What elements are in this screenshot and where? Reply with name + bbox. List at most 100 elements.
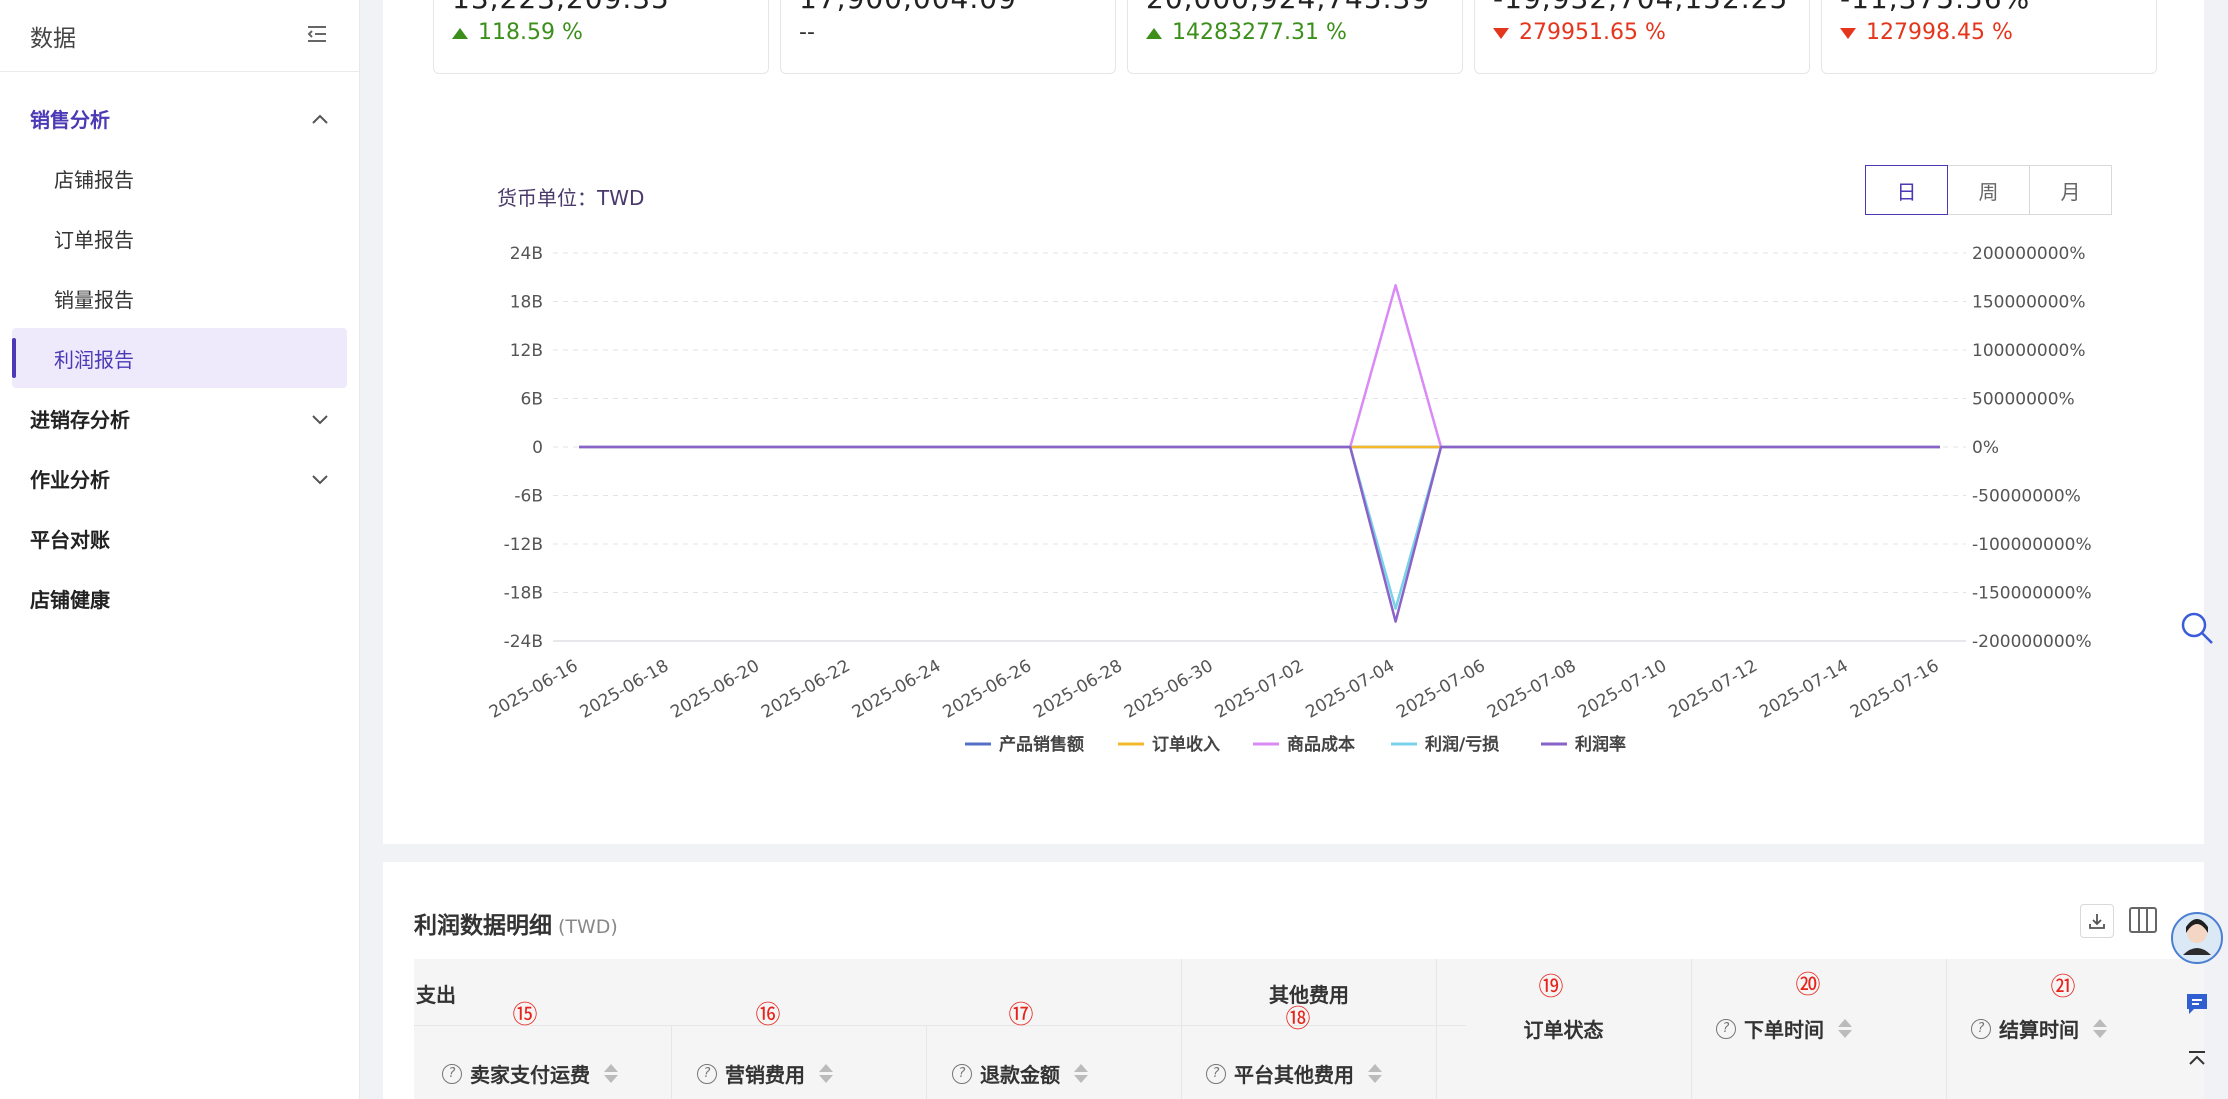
sort-icon[interactable] bbox=[2093, 1019, 2107, 1038]
back-to-top-icon[interactable] bbox=[2170, 1040, 2224, 1080]
up-arrow-icon bbox=[452, 27, 468, 39]
sort-icon[interactable] bbox=[1368, 1064, 1382, 1083]
card-change: 279951.65 % bbox=[1493, 20, 1666, 45]
x-tick-label: 2025-07-10 bbox=[1575, 656, 1671, 723]
y-tick-label-left: 12B bbox=[510, 341, 543, 361]
sidebar-item-profit-report[interactable]: 利润报告 bbox=[12, 328, 347, 388]
collapse-menu-icon[interactable] bbox=[305, 22, 329, 50]
menu-label: 销售分析 bbox=[30, 107, 110, 132]
card-change: -- bbox=[799, 20, 815, 45]
chevron-down-icon bbox=[311, 406, 329, 430]
download-button[interactable] bbox=[2080, 904, 2114, 938]
card-value: 17,900,004.09 bbox=[799, 0, 1017, 15]
sidebar-item-order-report[interactable]: 订单报告 bbox=[0, 208, 359, 268]
table-title: 利润数据明细 (TWD) bbox=[414, 906, 618, 940]
profit-detail-panel: 利润数据明细 (TWD) 支出 其他费用 ⑮ ? 卖家支付运费 ⑯ ? 营销费用 ⑰ … bbox=[383, 862, 2204, 1099]
group-header-expense: 支出 bbox=[416, 983, 456, 1007]
x-tick-label: 2025-06-18 bbox=[577, 656, 673, 723]
card-value: 20,000,924,745.39 bbox=[1146, 0, 1430, 15]
help-icon[interactable]: ? bbox=[952, 1063, 972, 1084]
annotation-number: ⑳ bbox=[1795, 970, 1821, 999]
menu-inventory-analysis[interactable]: 进销存分析 bbox=[0, 388, 359, 448]
card-value: -11,375.56% bbox=[1840, 0, 2030, 15]
summary-card: 20,000,924,745.39 14283277.31 % bbox=[1127, 0, 1463, 74]
menu-store-health[interactable]: 店铺健康 bbox=[0, 568, 359, 628]
x-tick-label: 2025-06-20 bbox=[667, 656, 763, 723]
column-label: 平台其他费用 bbox=[1234, 1063, 1354, 1087]
y-tick-label-left: 18B bbox=[510, 293, 543, 313]
column-header-settlement-time[interactable]: ? 结算时间 bbox=[1971, 1014, 2107, 1043]
period-month-button[interactable]: 月 bbox=[2029, 165, 2112, 215]
y-tick-label-left: -24B bbox=[504, 632, 543, 652]
menu-operation-analysis[interactable]: 作业分析 bbox=[0, 448, 359, 508]
legend-label: 利润/亏损 bbox=[1425, 734, 1499, 755]
card-change: 14283277.31 % bbox=[1146, 20, 1347, 45]
card-change-value: -- bbox=[799, 20, 815, 45]
menu-platform-reconciliation[interactable]: 平台对账 bbox=[0, 508, 359, 568]
sort-icon[interactable] bbox=[819, 1064, 833, 1083]
y-tick-label-right: -150000000% bbox=[1972, 584, 2092, 604]
sort-icon[interactable] bbox=[1074, 1064, 1088, 1083]
period-toggle: 日 周 月 bbox=[1865, 165, 2112, 215]
column-header-seller-shipping[interactable]: ? 卖家支付运费 bbox=[442, 1059, 618, 1088]
column-label: 退款金额 bbox=[980, 1063, 1060, 1087]
support-avatar[interactable] bbox=[2170, 910, 2224, 966]
column-settings-icon[interactable] bbox=[2128, 906, 2158, 938]
help-icon[interactable]: ? bbox=[1716, 1018, 1736, 1039]
x-tick-label: 2025-06-30 bbox=[1121, 656, 1217, 723]
down-arrow-icon bbox=[1493, 27, 1509, 39]
chevron-down-icon bbox=[311, 466, 329, 490]
chat-icon[interactable] bbox=[2170, 980, 2224, 1028]
y-tick-label-left: 6B bbox=[521, 390, 543, 410]
series-line bbox=[579, 284, 1940, 449]
x-tick-label: 2025-06-28 bbox=[1030, 656, 1126, 723]
y-tick-label-right: 200000000% bbox=[1972, 244, 2086, 264]
period-week-button[interactable]: 周 bbox=[1947, 165, 2030, 215]
annotation-number: ㉑ bbox=[2050, 972, 2076, 1001]
x-tick-label: 2025-07-16 bbox=[1847, 656, 1943, 723]
table-title-text: 利润数据明细 bbox=[414, 913, 552, 939]
search-icon[interactable] bbox=[2170, 604, 2224, 652]
y-tick-label-left: -18B bbox=[504, 584, 543, 604]
sidebar-item-sales-volume-report[interactable]: 销量报告 bbox=[0, 268, 359, 328]
card-change-value: 279951.65 % bbox=[1519, 20, 1666, 45]
x-tick-label: 2025-06-24 bbox=[849, 656, 945, 723]
y-tick-label-left: -12B bbox=[504, 535, 543, 555]
x-tick-label: 2025-07-08 bbox=[1484, 656, 1580, 723]
annotation-number: ⑮ bbox=[512, 1000, 538, 1029]
column-header-marketing-fee[interactable]: ? 营销费用 bbox=[697, 1059, 833, 1088]
card-change-value: 127998.45 % bbox=[1866, 20, 2013, 45]
chevron-up-icon bbox=[311, 106, 329, 130]
menu-label: 店铺健康 bbox=[30, 587, 110, 612]
series-line bbox=[579, 445, 1940, 623]
x-tick-label: 2025-07-12 bbox=[1665, 656, 1761, 723]
table-header: 支出 其他费用 ⑮ ? 卖家支付运费 ⑯ ? 营销费用 ⑰ ? 退款金额 ⑱ ? 平台其… bbox=[414, 959, 2204, 1099]
help-icon[interactable]: ? bbox=[442, 1063, 462, 1084]
column-label: 下单时间 bbox=[1744, 1018, 1824, 1042]
sidebar-item-store-report[interactable]: 店铺报告 bbox=[0, 148, 359, 208]
currency-unit-label: 货币单位：TWD bbox=[497, 186, 645, 210]
series-line bbox=[579, 445, 1940, 610]
x-tick-label: 2025-07-04 bbox=[1303, 656, 1399, 723]
help-icon[interactable]: ? bbox=[1971, 1018, 1991, 1039]
column-header-refund-amount[interactable]: ? 退款金额 bbox=[952, 1059, 1088, 1088]
annotation-number: ⑰ bbox=[1008, 1000, 1034, 1029]
summary-card: -11,375.56% 127998.45 % bbox=[1821, 0, 2157, 74]
menu-label: 平台对账 bbox=[30, 527, 110, 552]
sidebar: 数据 销售分析 店铺报告 订单报告 销量报告 利润报告 进销存分析 作业分析 平… bbox=[0, 0, 360, 1099]
column-label: 营销费用 bbox=[725, 1063, 805, 1087]
sort-icon[interactable] bbox=[604, 1064, 618, 1083]
x-tick-label: 2025-07-14 bbox=[1756, 656, 1852, 723]
menu-label: 作业分析 bbox=[30, 467, 110, 492]
y-tick-label-right: -100000000% bbox=[1972, 535, 2092, 555]
column-header-platform-other-fees[interactable]: ? 平台其他费用 bbox=[1206, 1059, 1382, 1088]
chart-panel: 24B 200000000% 18B 150000000% 12B 100000000% 6… bbox=[383, 84, 2204, 844]
period-day-button[interactable]: 日 bbox=[1865, 165, 1948, 215]
help-icon[interactable]: ? bbox=[697, 1063, 717, 1084]
menu-sales-analysis[interactable]: 销售分析 bbox=[0, 88, 359, 148]
column-header-order-time[interactable]: ? 下单时间 bbox=[1716, 1014, 1852, 1043]
help-icon[interactable]: ? bbox=[1206, 1063, 1226, 1084]
sort-icon[interactable] bbox=[1838, 1019, 1852, 1038]
annotation-number: ⑲ bbox=[1538, 972, 1564, 1001]
card-change-value: 14283277.31 % bbox=[1172, 20, 1347, 45]
